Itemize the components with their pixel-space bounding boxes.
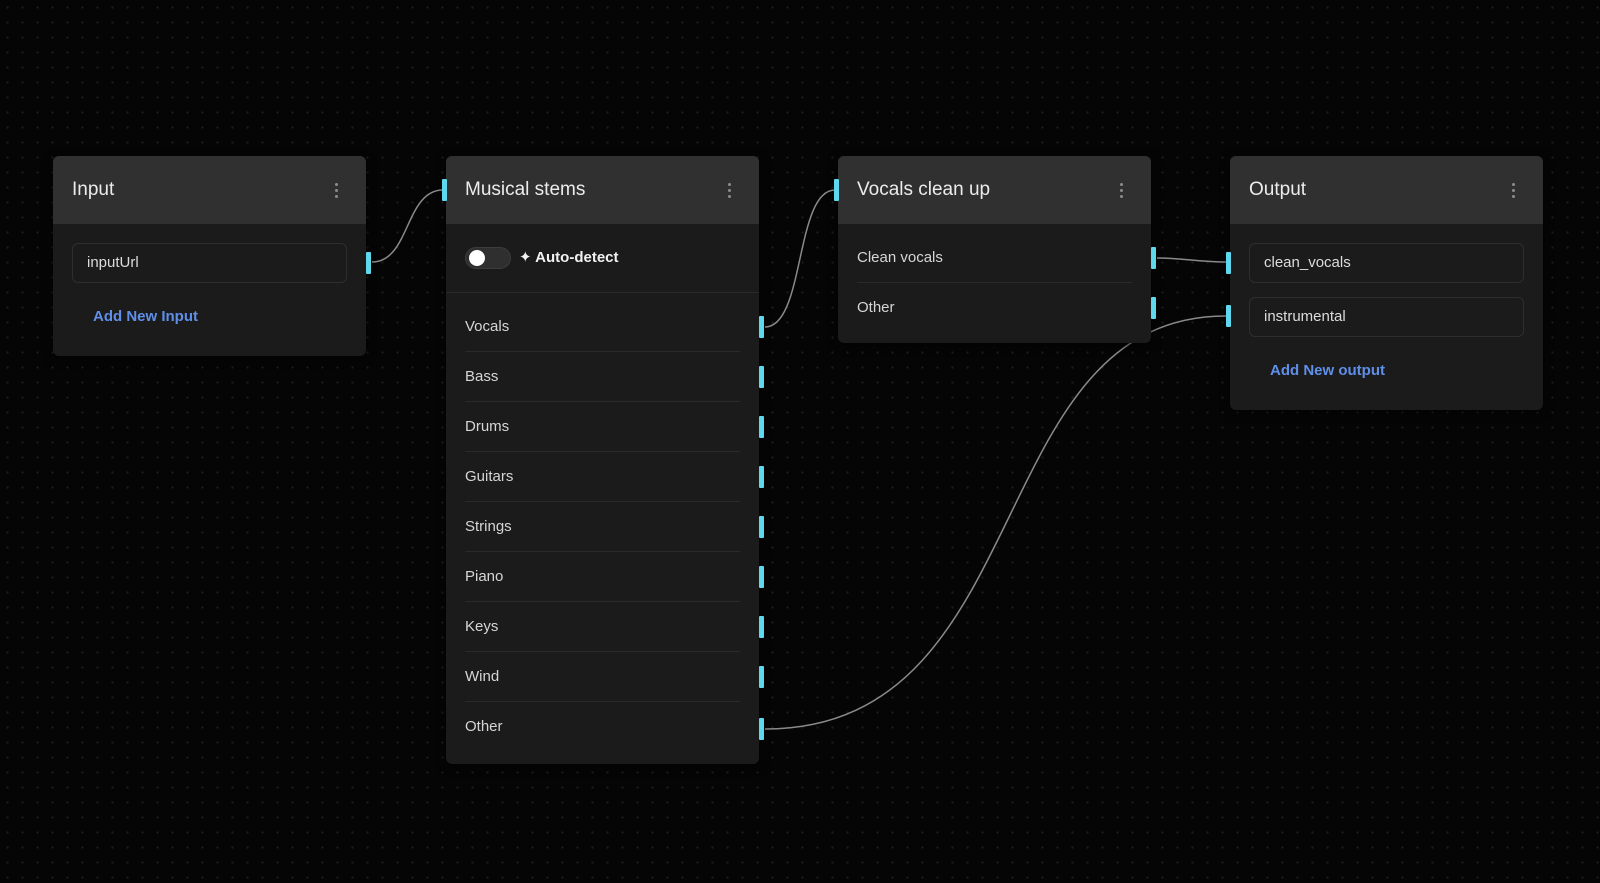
output-field-instrumental[interactable]: instrumental (1249, 297, 1524, 337)
wire-vocals-to-cleanup (764, 189, 836, 328)
input-field-inputurl[interactable]: inputUrl (72, 243, 347, 283)
musical-stems-input-port[interactable] (442, 179, 447, 201)
output-node-header[interactable]: Output (1230, 156, 1543, 224)
input-node[interactable]: Input inputUrl Add New Input (53, 156, 371, 356)
input-node-header[interactable]: Input (53, 156, 366, 224)
output-node[interactable]: Output clean_vocals instrumental Add New… (1226, 156, 1543, 410)
stems-divider (446, 292, 759, 293)
add-new-output-button[interactable]: Add New output (1270, 362, 1385, 379)
auto-detect-toggle-knob (469, 250, 485, 266)
vocals-cleanup-node-menu-icon[interactable] (1114, 179, 1129, 202)
stem-port-other[interactable] (759, 718, 764, 740)
stem-row-bass: Bass (465, 352, 740, 402)
stem-row-keys: Keys (465, 602, 740, 652)
stem-row-piano: Piano (465, 552, 740, 602)
stem-row-vocals: Vocals (465, 302, 740, 352)
input-inputurl-output-port[interactable] (366, 252, 371, 274)
musical-stems-node-menu-icon[interactable] (722, 179, 737, 202)
input-node-title: Input (72, 179, 115, 200)
stem-row-other: Other (465, 718, 503, 735)
stem-port-piano[interactable] (759, 566, 764, 588)
stem-row-wind: Wind (465, 652, 740, 702)
workflow-canvas[interactable]: Input inputUrl Add New Input Musical ste… (0, 0, 1600, 883)
stem-port-bass[interactable] (759, 366, 764, 388)
wire-input-to-stems (371, 189, 444, 263)
auto-detect-toggle[interactable] (465, 247, 511, 269)
wire-other-to-instrumental (764, 315, 1227, 730)
output-port-instrumental[interactable] (1226, 305, 1231, 327)
connection-wires (371, 189, 1227, 730)
vocals-cleanup-input-port[interactable] (834, 179, 839, 201)
cleanup-port-clean-vocals[interactable] (1151, 247, 1156, 269)
cleanup-row-other: Other (857, 299, 895, 316)
vocals-cleanup-node[interactable]: Vocals clean up Clean vocals Other (834, 156, 1156, 343)
cleanup-row-clean-vocals: Clean vocals (857, 233, 1132, 283)
stem-port-keys[interactable] (759, 616, 764, 638)
vocals-cleanup-node-header[interactable]: Vocals clean up (838, 156, 1151, 224)
output-port-clean-vocals[interactable] (1226, 252, 1231, 274)
musical-stems-node-header[interactable]: Musical stems (446, 156, 759, 224)
musical-stems-node-title: Musical stems (465, 179, 586, 200)
stem-row-drums: Drums (465, 402, 740, 452)
input-node-menu-icon[interactable] (329, 179, 344, 202)
vocals-cleanup-node-title: Vocals clean up (857, 179, 991, 200)
output-field-clean-vocals[interactable]: clean_vocals (1249, 243, 1524, 283)
stem-port-guitars[interactable] (759, 466, 764, 488)
output-node-title: Output (1249, 179, 1307, 200)
stem-row-guitars: Guitars (465, 452, 740, 502)
cleanup-port-other[interactable] (1151, 297, 1156, 319)
stem-port-vocals[interactable] (759, 316, 764, 338)
stem-port-wind[interactable] (759, 666, 764, 688)
musical-stems-node[interactable]: Musical stems ✦ Auto-detect Vocals Bass … (442, 156, 764, 764)
output-node-menu-icon[interactable] (1506, 179, 1521, 202)
stem-port-drums[interactable] (759, 416, 764, 438)
stem-port-strings[interactable] (759, 516, 764, 538)
wire-cleanvocals-to-output (1156, 257, 1227, 263)
auto-detect-label: ✦ Auto-detect (519, 249, 619, 266)
add-new-input-button[interactable]: Add New Input (93, 308, 198, 325)
stem-row-strings: Strings (465, 502, 740, 552)
